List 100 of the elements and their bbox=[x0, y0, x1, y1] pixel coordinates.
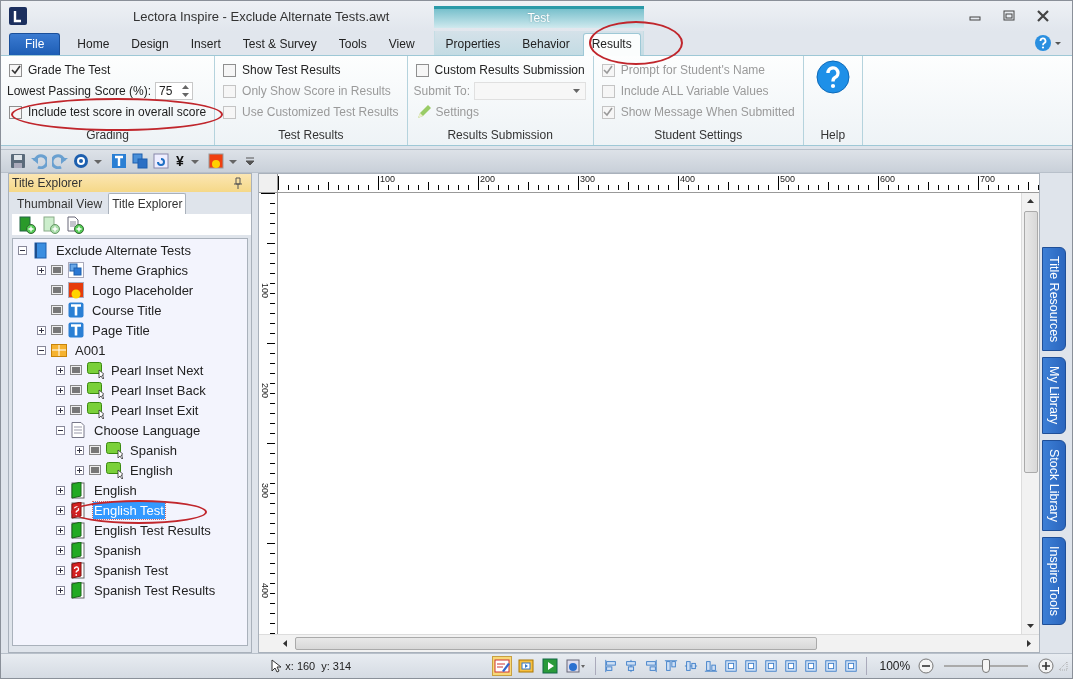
tree-item[interactable]: Pearl Inset Back bbox=[110, 381, 207, 399]
tree-item[interactable]: Spanish bbox=[129, 441, 178, 459]
view-mode-button[interactable] bbox=[516, 656, 537, 676]
tree-item[interactable]: Logo Placeholder bbox=[91, 281, 195, 299]
align-icon[interactable] bbox=[723, 658, 738, 674]
expand-icon[interactable] bbox=[56, 545, 65, 555]
scroll-right-icon[interactable] bbox=[1027, 640, 1031, 647]
view-mode-button[interactable] bbox=[492, 656, 513, 676]
slider-thumb[interactable] bbox=[982, 659, 991, 673]
expand-icon[interactable] bbox=[56, 365, 65, 375]
add-section-icon[interactable] bbox=[42, 215, 60, 234]
add-chapter-icon[interactable] bbox=[18, 215, 36, 234]
close-icon[interactable] bbox=[1036, 9, 1050, 23]
align-icon[interactable] bbox=[843, 658, 858, 674]
tree-item[interactable]: Pearl Inset Exit bbox=[110, 401, 200, 419]
vertical-scrollbar[interactable] bbox=[1021, 193, 1039, 634]
visibility-toggle-icon[interactable] bbox=[51, 325, 63, 335]
side-tab[interactable]: Title Resources bbox=[1042, 247, 1066, 352]
ribbon-tab[interactable]: Properties bbox=[436, 33, 510, 55]
gear-icon[interactable] bbox=[73, 153, 89, 169]
scroll-left-icon[interactable] bbox=[283, 640, 287, 647]
visibility-toggle-icon[interactable] bbox=[89, 445, 101, 455]
collapse-icon[interactable] bbox=[56, 425, 65, 435]
expand-icon[interactable] bbox=[75, 445, 84, 455]
ribbon-tab[interactable]: Test & Survey bbox=[233, 33, 326, 55]
tree-item[interactable]: Page Title bbox=[91, 321, 151, 339]
expand-icon[interactable] bbox=[56, 505, 65, 515]
score-spinner[interactable]: 75 bbox=[155, 82, 194, 100]
expand-icon[interactable] bbox=[56, 565, 65, 575]
expand-icon[interactable] bbox=[56, 585, 65, 595]
restore-icon[interactable] bbox=[1002, 9, 1016, 23]
refresh-icon[interactable] bbox=[153, 153, 169, 169]
expand-icon[interactable] bbox=[75, 465, 84, 475]
side-tab[interactable]: My Library bbox=[1042, 357, 1066, 434]
align-icon[interactable] bbox=[803, 658, 818, 674]
align-icon[interactable] bbox=[663, 658, 678, 674]
visibility-toggle-icon[interactable] bbox=[51, 265, 63, 275]
side-tab[interactable]: Inspire Tools bbox=[1042, 536, 1066, 625]
ribbon-tab[interactable]: File bbox=[9, 33, 61, 55]
tree-item[interactable]: Spanish bbox=[93, 541, 142, 559]
tree-item[interactable]: Choose Language bbox=[93, 421, 202, 439]
add-page-icon[interactable] bbox=[66, 215, 84, 234]
visibility-toggle-icon[interactable] bbox=[51, 285, 63, 295]
tree-item[interactable]: Theme Graphics bbox=[91, 261, 190, 279]
align-icon[interactable] bbox=[743, 658, 758, 674]
zoom-out-icon[interactable] bbox=[918, 658, 935, 674]
expand-icon[interactable] bbox=[56, 385, 65, 395]
align-icon[interactable] bbox=[643, 658, 658, 674]
save-icon[interactable] bbox=[10, 153, 26, 169]
ribbon-tab[interactable]: Behavior bbox=[513, 33, 579, 55]
help-icon[interactable] bbox=[815, 60, 850, 94]
collapse-icon[interactable] bbox=[18, 245, 27, 255]
ribbon-tab[interactable]: Design bbox=[122, 33, 178, 55]
ribbon-tab[interactable]: Insert bbox=[181, 33, 230, 55]
expand-icon[interactable] bbox=[37, 265, 46, 275]
checkbox[interactable]: Grade The Test bbox=[7, 61, 209, 79]
tree-item[interactable]: Spanish Test Results bbox=[93, 581, 217, 599]
expand-icon[interactable] bbox=[56, 485, 65, 495]
align-icon[interactable] bbox=[624, 658, 638, 674]
tree-item[interactable]: Pearl Inset Next bbox=[110, 361, 205, 379]
expand-icon[interactable] bbox=[56, 405, 65, 415]
expand-icon[interactable] bbox=[56, 525, 65, 535]
currency-button[interactable]: ¥ bbox=[174, 153, 186, 169]
scroll-thumb[interactable] bbox=[295, 637, 817, 650]
visibility-toggle-icon[interactable] bbox=[70, 405, 82, 415]
tree-item[interactable]: English Test Results bbox=[93, 521, 212, 539]
visibility-toggle-icon[interactable] bbox=[70, 385, 82, 395]
visibility-toggle-icon[interactable] bbox=[89, 465, 101, 475]
app-logo-icon[interactable] bbox=[9, 7, 27, 25]
help-icon[interactable] bbox=[1034, 34, 1062, 52]
image-icon[interactable] bbox=[207, 153, 224, 169]
panel-tab[interactable]: Thumbnail View bbox=[13, 193, 107, 214]
align-icon[interactable] bbox=[823, 658, 838, 674]
tree-item[interactable]: English bbox=[129, 461, 174, 479]
checkbox[interactable]: Include test score in overall score bbox=[7, 103, 209, 121]
spin-arrows-icon[interactable] bbox=[182, 84, 190, 98]
visibility-toggle-icon[interactable] bbox=[70, 365, 82, 375]
align-icon[interactable] bbox=[783, 658, 798, 674]
tree-item[interactable]: English bbox=[93, 481, 138, 499]
tree-item[interactable]: Exclude Alternate Tests bbox=[55, 241, 192, 259]
panel-tab[interactable]: Title Explorer bbox=[108, 193, 187, 214]
ribbon-tab[interactable]: Results bbox=[582, 33, 641, 56]
zoom-in-icon[interactable] bbox=[1038, 658, 1054, 674]
visibility-toggle-icon[interactable] bbox=[51, 305, 63, 315]
tree-item[interactable]: Spanish Test bbox=[93, 561, 170, 579]
pin-icon[interactable] bbox=[233, 177, 243, 189]
align-icon[interactable] bbox=[604, 658, 618, 674]
align-icon[interactable] bbox=[763, 658, 778, 674]
view-mode-button[interactable] bbox=[540, 656, 561, 676]
scroll-up-icon[interactable] bbox=[1027, 199, 1034, 203]
tree-item[interactable]: A001 bbox=[74, 341, 107, 359]
align-icon[interactable] bbox=[683, 658, 698, 674]
side-tab[interactable]: Stock Library bbox=[1042, 439, 1066, 531]
ribbon-tab[interactable]: View bbox=[379, 33, 424, 55]
ribbon-tab[interactable]: Home bbox=[68, 33, 119, 55]
align-icon[interactable] bbox=[703, 658, 718, 674]
resize-grip-icon[interactable] bbox=[1058, 661, 1068, 671]
horizontal-scrollbar[interactable] bbox=[259, 634, 1039, 652]
expand-icon[interactable] bbox=[37, 325, 46, 335]
checkbox[interactable]: Custom Results Submission bbox=[413, 61, 587, 79]
